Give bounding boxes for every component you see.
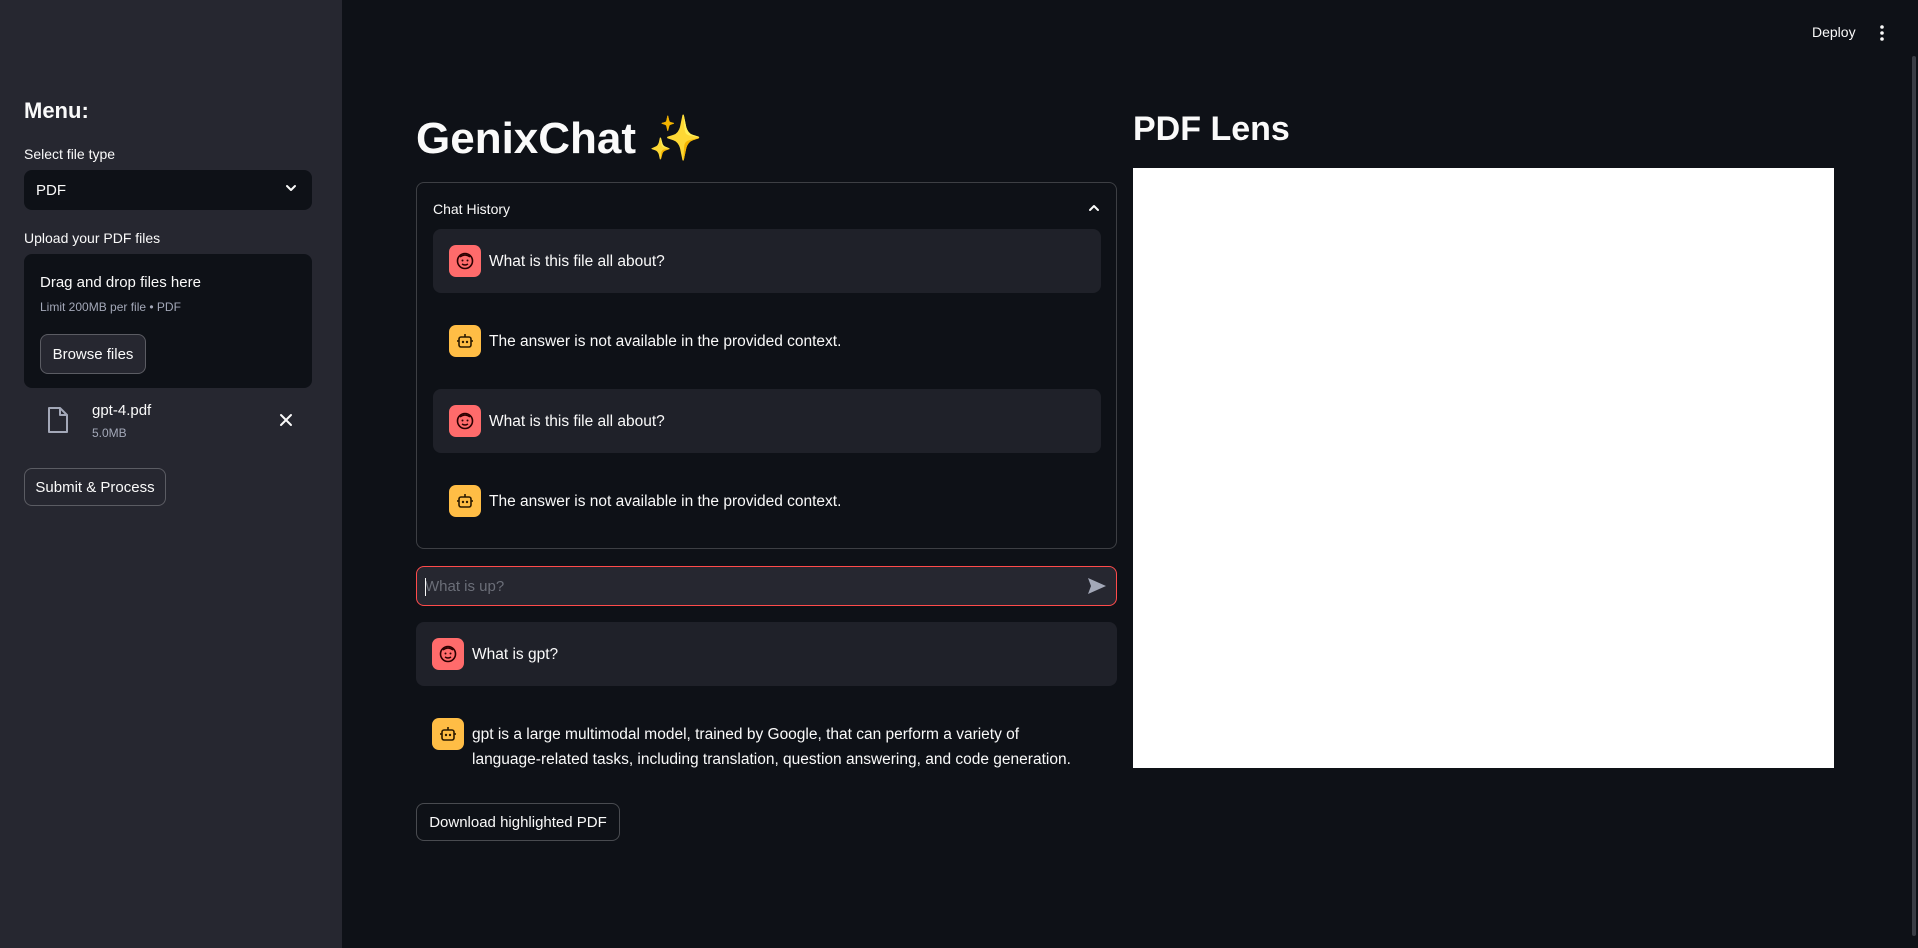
file-type-label: Select file type — [24, 146, 116, 162]
page-scrollbar[interactable] — [1912, 56, 1916, 936]
robot-icon — [449, 325, 481, 357]
user-face-icon — [432, 638, 464, 670]
kebab-menu-icon[interactable] — [1876, 24, 1888, 47]
history-message-text: What is this file all about? — [489, 413, 665, 430]
history-message-assistant: The answer is not available in the provi… — [433, 309, 1101, 373]
pdf-viewer[interactable] — [1133, 168, 1834, 768]
file-icon — [46, 406, 70, 439]
page-title: GenixChat ✨ — [416, 114, 704, 163]
pdf-lens-title: PDF Lens — [1133, 110, 1290, 148]
close-icon[interactable] — [278, 412, 294, 433]
current-message-assistant: gpt is a large multimodal model, trained… — [416, 702, 1117, 782]
history-message-user: What is this file all about? — [433, 389, 1101, 453]
chevron-up-icon — [1087, 201, 1101, 218]
text-caret — [425, 578, 426, 596]
chevron-down-icon — [284, 181, 298, 199]
chat-history-expander: Chat History What is this file all about… — [416, 182, 1117, 549]
chat-history-label: Chat History — [433, 201, 511, 217]
robot-icon — [449, 485, 481, 517]
download-highlighted-pdf-button[interactable]: Download highlighted PDF — [416, 803, 620, 841]
file-type-value: PDF — [36, 181, 66, 199]
robot-icon — [432, 718, 464, 750]
history-message-assistant: The answer is not available in the provi… — [433, 469, 1101, 533]
chat-input[interactable] — [425, 567, 1065, 605]
upload-label: Upload your PDF files — [24, 230, 161, 246]
uploaded-file-size: 5.0MB — [92, 426, 127, 440]
sidebar-title: Menu: — [24, 98, 89, 123]
send-icon[interactable] — [1087, 577, 1107, 600]
dropzone-title: Drag and drop files here — [40, 274, 201, 291]
dropzone-limit: Limit 200MB per file • PDF — [40, 300, 181, 314]
deploy-button[interactable]: Deploy — [1812, 24, 1856, 40]
current-message-user: What is gpt? — [416, 622, 1117, 686]
uploaded-file-name: gpt-4.pdf — [92, 402, 152, 419]
user-face-icon — [449, 405, 481, 437]
sidebar: Menu: Select file type PDF Upload your P… — [0, 0, 342, 948]
file-type-select[interactable]: PDF — [24, 170, 312, 210]
history-message-text: The answer is not available in the provi… — [489, 493, 842, 510]
file-dropzone[interactable]: Drag and drop files here Limit 200MB per… — [24, 254, 312, 388]
history-message-text: What is this file all about? — [489, 253, 665, 270]
user-face-icon — [449, 245, 481, 277]
history-message-user: What is this file all about? — [433, 229, 1101, 293]
uploaded-file-row: gpt-4.pdf 5.0MB — [24, 398, 312, 446]
current-message-text: gpt is a large multimodal model, trained… — [472, 726, 1071, 768]
submit-process-button[interactable]: Submit & Process — [24, 468, 166, 506]
history-message-text: The answer is not available in the provi… — [489, 333, 842, 350]
app-root: Menu: Select file type PDF Upload your P… — [0, 0, 1918, 948]
current-message-text: What is gpt? — [472, 646, 559, 663]
chat-input-container — [416, 566, 1117, 606]
chat-history-header[interactable]: Chat History — [433, 197, 1101, 221]
browse-files-button[interactable]: Browse files — [40, 334, 146, 374]
